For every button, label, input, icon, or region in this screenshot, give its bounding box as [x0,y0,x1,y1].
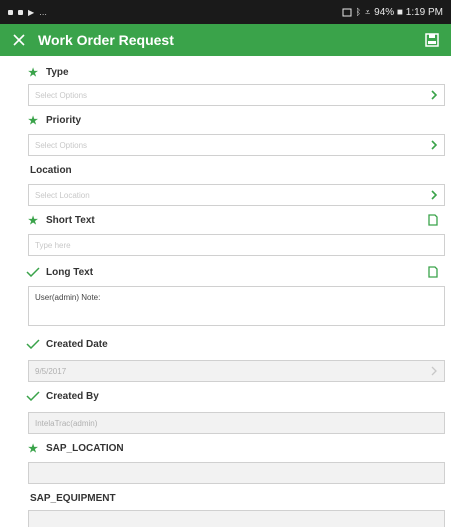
type-label: Type [46,66,69,78]
created-date-label-row: Created Date [26,334,446,354]
close-icon[interactable] [10,31,28,49]
play-icon: ▶ [28,7,35,17]
sap-location-field [28,462,445,484]
required-star-icon: ★ [28,66,38,79]
short-text-placeholder: Type here [35,240,71,250]
location-select[interactable]: Select Location [28,184,445,206]
chevron-right-icon [431,366,437,376]
check-icon [26,267,40,277]
check-icon [26,339,40,349]
long-text-label-row: Long Text [26,262,446,282]
created-by-field: IntelaTrac(admin) [28,412,445,434]
short-text-input[interactable]: Type here [28,234,445,256]
bluetooth-icon: ᛒ [355,7,362,17]
sap-location-label-row: ★ SAP_LOCATION [26,438,446,458]
check-icon [26,391,40,401]
sap-equipment-field [28,510,445,527]
created-by-label: Created By [46,390,99,402]
chevron-right-icon [431,140,438,150]
sap-equipment-label: SAP_EQUIPMENT [30,492,116,504]
screen-icon [342,8,352,16]
notification-icon [18,9,23,15]
save-icon[interactable] [423,31,441,49]
sap-equipment-label-row: SAP_EQUIPMENT [26,488,446,508]
priority-select[interactable]: Select Options [28,134,445,156]
type-select[interactable]: Select Options [28,84,445,106]
sap-location-label: SAP_LOCATION [46,442,124,454]
priority-placeholder: Select Options [35,140,88,150]
location-placeholder: Select Location [35,190,90,200]
note-icon[interactable] [428,214,438,226]
required-star-icon: ★ [28,114,38,127]
long-text-label: Long Text [46,266,94,278]
page-title: Work Order Request [38,32,174,48]
type-placeholder: Select Options [35,90,88,100]
status-text: 94% ■ 1:19 PM [374,6,443,18]
type-label-row: ★ Type [26,62,446,82]
short-text-label-row: ★ Short Text [26,210,446,230]
priority-label-row: ★ Priority [26,110,446,130]
location-label-row: Location [26,160,446,180]
location-label: Location [30,164,72,176]
status-bar: ▶ … ᛒ ⩡ 94% ■ 1:19 PM [0,0,451,24]
chevron-right-icon [431,90,438,100]
required-star-icon: ★ [28,214,38,227]
note-icon[interactable] [428,266,438,278]
long-text-value: User(admin) Note: [35,293,101,302]
priority-label: Priority [46,114,82,126]
notification-icon [8,9,13,15]
short-text-label: Short Text [46,214,95,226]
long-text-textarea[interactable]: User(admin) Note: [28,286,445,326]
created-by-value: IntelaTrac(admin) [35,418,98,428]
created-date-label: Created Date [46,338,108,350]
created-date-value: 9/5/2017 [35,366,67,376]
status-bar-right: ᛒ ⩡ 94% ■ 1:19 PM [342,7,443,18]
app-bar: Work Order Request [0,24,451,56]
chevron-right-icon [431,190,438,200]
created-by-label-row: Created By [26,386,446,406]
status-bar-left-icons: ▶ … [8,8,47,17]
signal-icon: ⩡ [365,6,371,17]
more-notifications-icon: … [39,7,48,17]
required-star-icon: ★ [28,442,38,455]
created-date-field: 9/5/2017 [28,360,445,382]
